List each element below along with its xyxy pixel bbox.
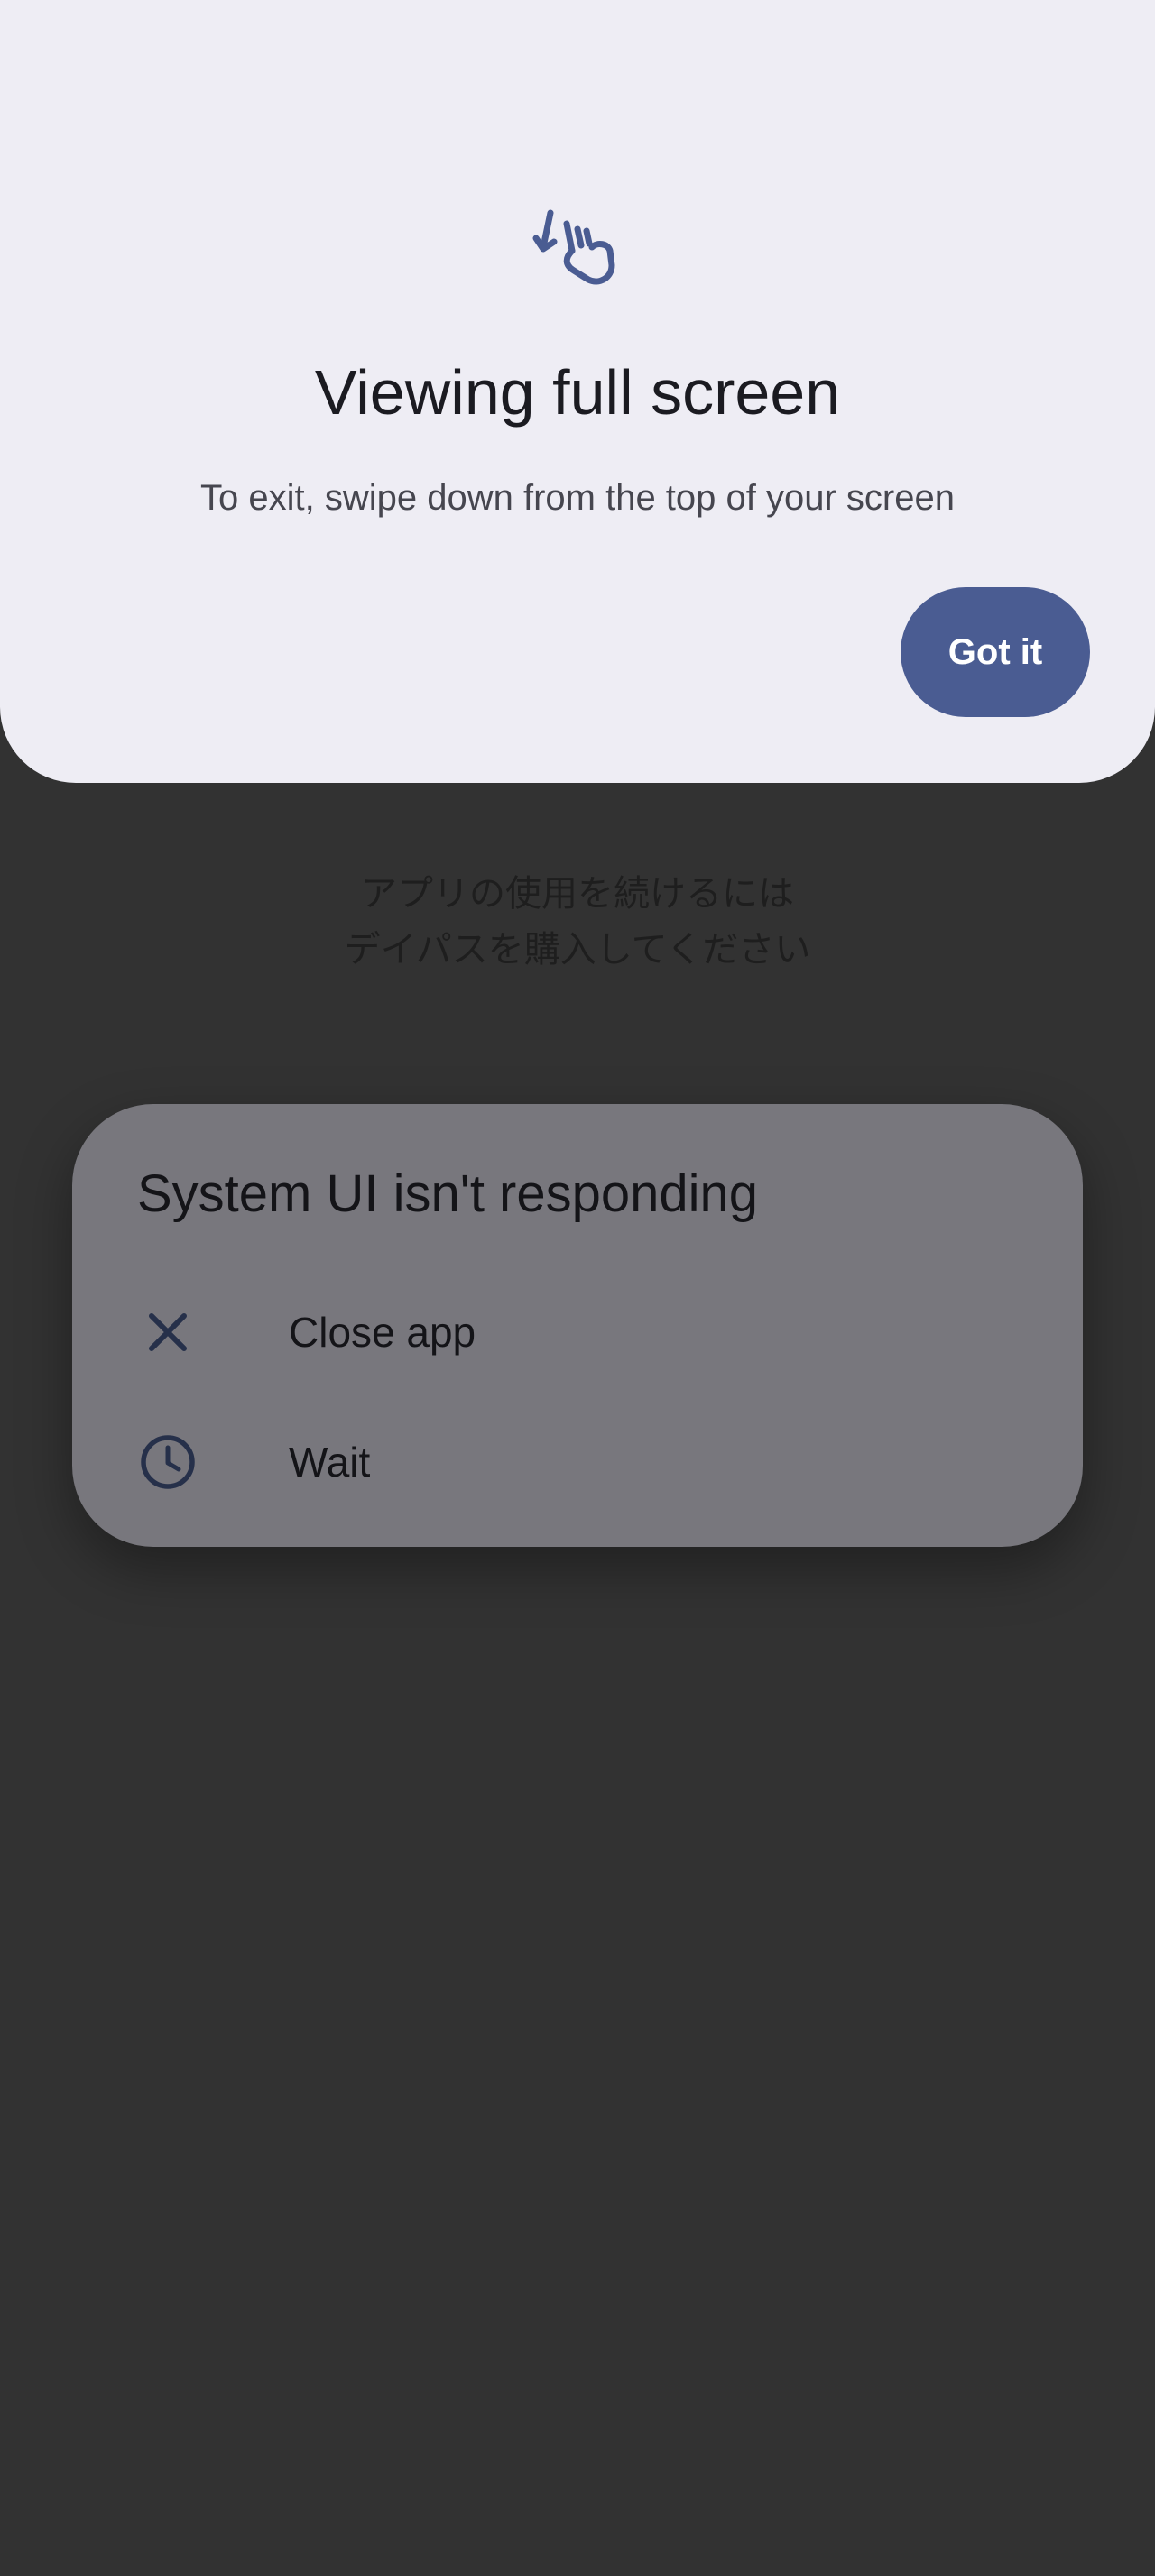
- got-it-button[interactable]: Got it: [901, 587, 1090, 717]
- close-icon: [149, 1313, 187, 1351]
- sheet-title: Viewing full screen: [314, 357, 841, 428]
- fullscreen-hint-sheet: Viewing full screen To exit, swipe down …: [0, 0, 1155, 783]
- day-pass-message-line-1: アプリの使用を続けるには: [361, 873, 794, 915]
- wait-option[interactable]: Wait: [72, 1399, 1083, 1525]
- wait-label: Wait: [289, 1439, 371, 1486]
- swipe-down-gesture-icon: [532, 209, 615, 285]
- day-pass-message-line-2: デイパスを購入してください: [344, 929, 811, 971]
- day-pass-message: アプリの使用を続けるには デイパスを購入してください: [0, 866, 1155, 978]
- close-app-option[interactable]: Close app: [72, 1269, 1083, 1395]
- close-app-label: Close app: [289, 1309, 476, 1356]
- clock-icon: [141, 1435, 195, 1489]
- dialog-title: System UI isn't responding: [137, 1164, 759, 1223]
- anr-dialog: System UI isn't responding Close app Wai…: [72, 1104, 1083, 1547]
- sheet-description: To exit, swipe down from the top of your…: [200, 478, 955, 518]
